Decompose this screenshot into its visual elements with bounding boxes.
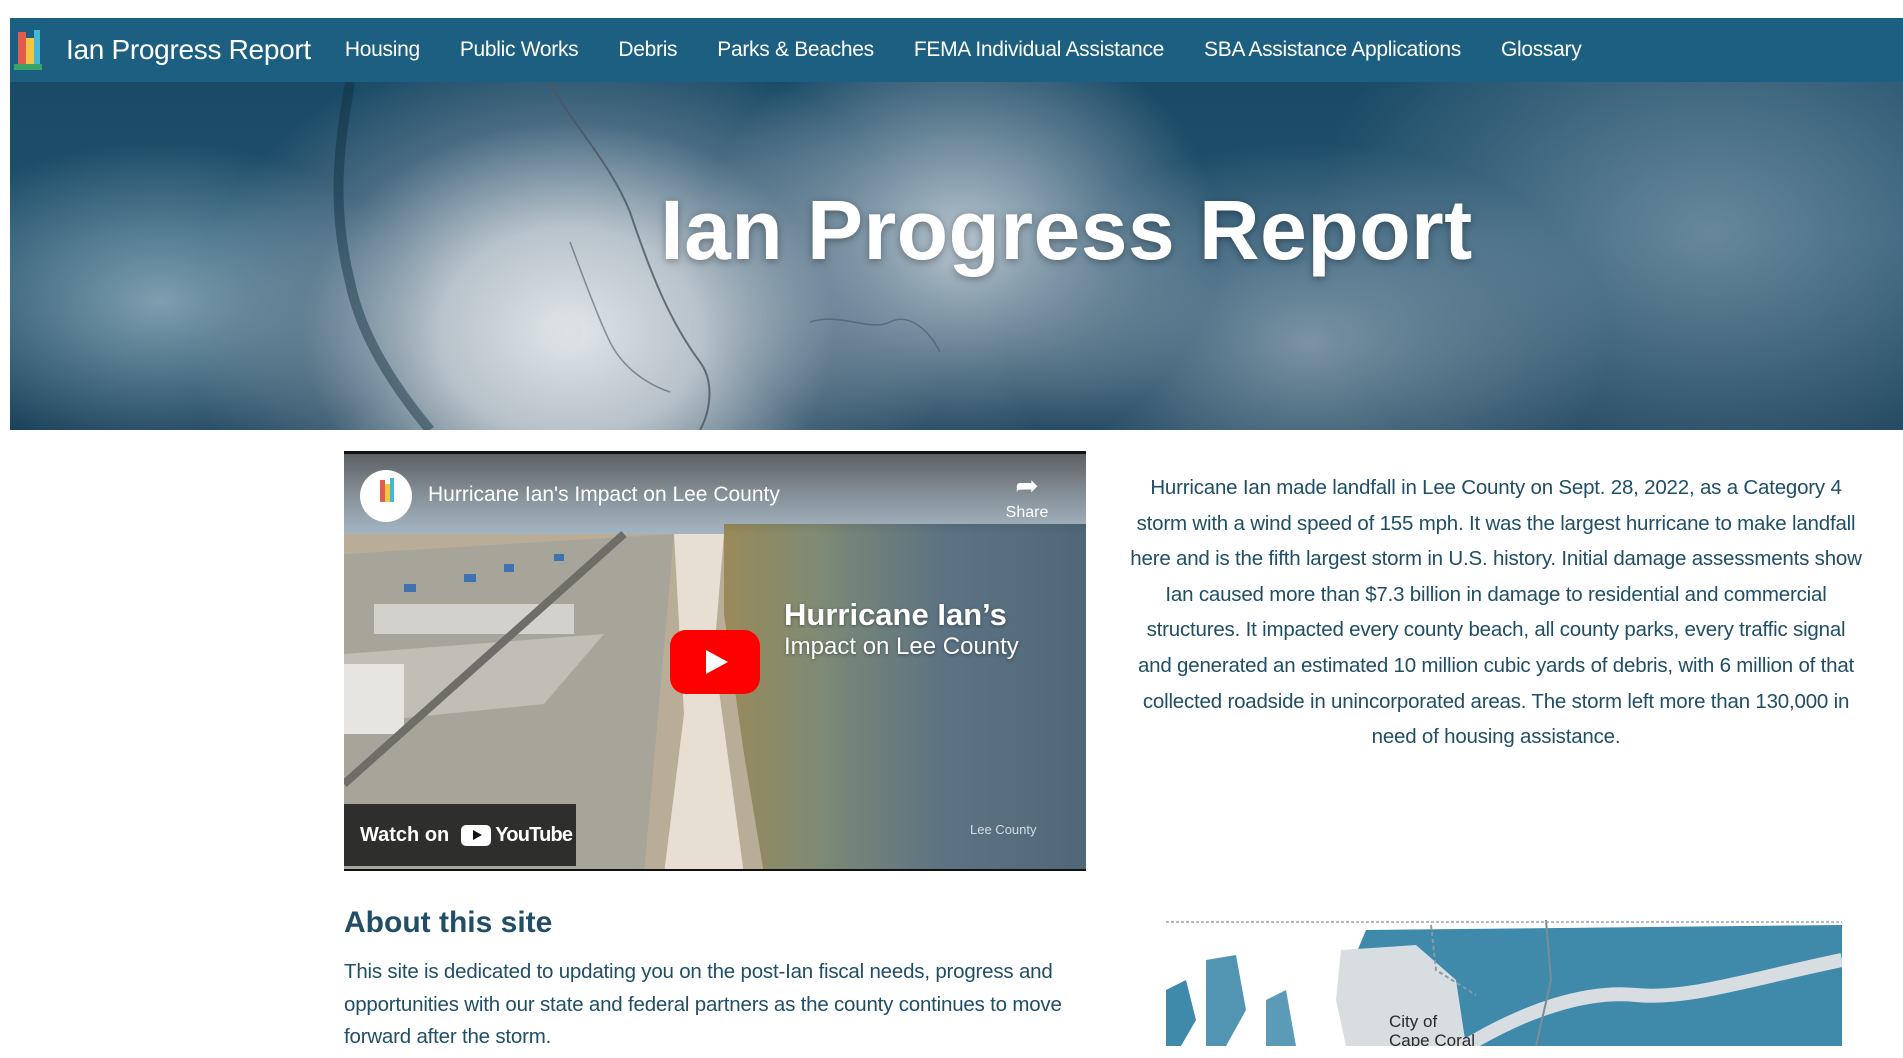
hero-title: Ian Progress Report — [660, 183, 1473, 277]
nav-item-housing[interactable]: Housing — [345, 38, 420, 62]
share-label: Share — [1005, 504, 1049, 521]
top-navbar: Ian Progress Report Housing Public Works… — [10, 18, 1903, 82]
top-strip — [0, 0, 1903, 18]
nav-item-debris[interactable]: Debris — [618, 38, 677, 62]
map-graphic — [1166, 900, 1842, 1046]
nav-item-fema-individual-assistance[interactable]: FEMA Individual Assistance — [914, 38, 1164, 62]
nav-site-title[interactable]: Ian Progress Report — [66, 34, 311, 66]
video-overlay-subtitle: Impact on Lee County — [784, 633, 1019, 660]
nav-item-sba-assistance-applications[interactable]: SBA Assistance Applications — [1204, 38, 1461, 62]
map-label-cape-coral: City of Cape Coral — [1389, 1012, 1475, 1046]
lee-county-logo-icon[interactable] — [14, 28, 42, 72]
youtube-logo-icon — [461, 824, 492, 846]
hurricane-ian-description: Hurricane Ian made landfall in Lee Count… — [1130, 476, 1862, 749]
lee-county-map[interactable]: City of Cape Coral — [1166, 900, 1842, 1046]
play-icon — [706, 650, 728, 674]
youtube-wordmark: YouTube — [495, 823, 573, 846]
video-overlay-title: Hurricane Ian’s — [784, 597, 1007, 632]
about-heading: About this site — [344, 906, 553, 939]
share-button[interactable]: ➦ Share — [1002, 472, 1052, 522]
nav-item-parks-beaches[interactable]: Parks & Beaches — [717, 38, 874, 62]
watch-on-label: Watch on — [360, 823, 450, 846]
youtube-video-embed[interactable]: Hurricane Ian's Impact on Lee County ➦ S… — [344, 451, 1086, 871]
hero-banner: Ian Progress Report — [10, 82, 1903, 430]
channel-avatar[interactable] — [360, 470, 412, 522]
video-title[interactable]: Hurricane Ian's Impact on Lee County — [428, 483, 780, 507]
nav-item-glossary[interactable]: Glossary — [1501, 38, 1582, 62]
nav-item-public-works[interactable]: Public Works — [460, 38, 579, 62]
about-text: This site is dedicated to updating you o… — [344, 960, 1062, 1048]
share-arrow-icon: ➦ — [1015, 470, 1039, 501]
play-button[interactable] — [670, 630, 760, 694]
lee-county-watermark: Lee County — [970, 822, 1037, 837]
watch-on-youtube-button[interactable]: Watch on YouTube — [344, 804, 576, 866]
